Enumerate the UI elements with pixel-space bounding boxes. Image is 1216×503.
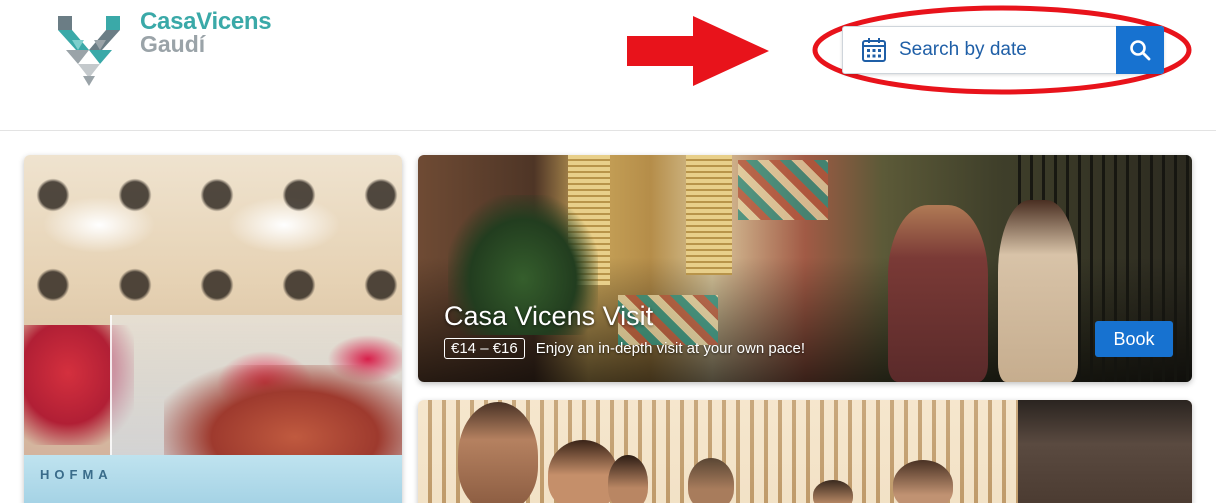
tasting-experience-card[interactable]: HOFMA	[24, 155, 402, 503]
tile-facade-image	[738, 160, 828, 220]
visitor-head-image	[1018, 400, 1192, 503]
visit-description: Enjoy an in-depth visit at your own pace…	[535, 340, 806, 357]
tour-group-image	[418, 400, 1192, 503]
visit-title: Casa Vicens Visit	[444, 301, 654, 331]
tray-brand-text: HOFMA	[40, 467, 113, 482]
visitor-head-image	[458, 402, 538, 503]
search-icon	[1130, 40, 1151, 61]
visitor-head-image	[813, 480, 853, 503]
casa-vicens-logo[interactable]: CasaVicens Gaudí	[54, 8, 294, 92]
visitor-head-image	[608, 455, 648, 503]
search-button[interactable]	[1116, 26, 1164, 74]
logo-line2: Gaudí	[140, 31, 206, 57]
logo-line1: CasaVicens	[140, 8, 272, 35]
date-search-box: Search by date	[842, 26, 1164, 74]
book-button[interactable]: Book	[1095, 321, 1173, 357]
logo-mark-icon	[58, 16, 120, 86]
visitor-head-image	[893, 460, 953, 503]
visitor-head-image	[688, 458, 734, 503]
red-arrow-annotation	[627, 16, 769, 86]
shutter-image	[686, 155, 732, 275]
logo-wordmark: CasaVicens Gaudí	[140, 8, 272, 57]
price-badge: €14 – €16	[444, 338, 525, 359]
guided-tour-card[interactable]	[418, 400, 1192, 503]
visit-meta: €14 – €16 Enjoy an in-depth visit at you…	[444, 338, 805, 359]
search-by-date-label: Search by date	[899, 39, 1027, 60]
visitor-head-image	[548, 440, 618, 503]
site-header: CasaVicens Gaudí Search by date	[0, 0, 1216, 131]
search-by-date-field[interactable]: Search by date	[843, 27, 1117, 73]
calendar-icon	[862, 38, 886, 62]
casa-vicens-visit-card[interactable]: Casa Vicens Visit €14 – €16 Enjoy an in-…	[418, 155, 1192, 382]
visitor-woman-image	[888, 205, 988, 382]
visitor-man-image	[998, 200, 1078, 382]
